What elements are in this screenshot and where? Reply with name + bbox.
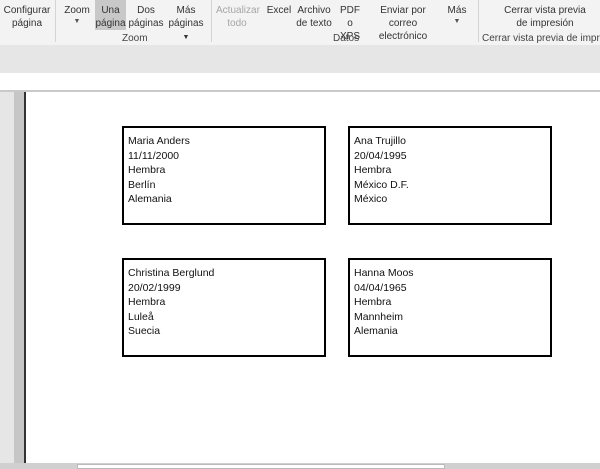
label-city: México D.F. [354,178,409,191]
mas-button[interactable]: Más ▼ [444,4,470,27]
dos-paginas-button[interactable]: Dos páginas [128,4,164,30]
label-gender: Hembra [128,296,166,309]
actualizar-label: Actualizar todo [216,5,260,29]
cerrar-vista-previa-button[interactable]: Cerrar vista previa de impresión [500,4,590,30]
label-date: 20/04/1995 [354,149,407,162]
divider [55,0,56,42]
divider [478,0,479,42]
configurar-label: Configurar página [3,5,51,29]
archivo-texto-label: Archivo de texto [296,5,332,29]
label-gender: Hembra [354,296,392,309]
label-city: Berlín [128,178,156,191]
label-name: Hanna Moos [354,267,414,279]
chevron-down-icon: ▼ [182,34,190,41]
label-country: México [354,193,388,206]
chevron-down-icon: ▼ [73,18,81,25]
label-country: Alemania [128,193,172,206]
actualizar-todo-button[interactable]: Actualizar todo [216,4,260,30]
chevron-down-icon: ▼ [453,18,461,25]
label-name: Ana Trujillo [354,135,406,147]
label-city: Mannheim [354,310,404,323]
divider [211,0,212,42]
una-pagina-button[interactable]: Una página [95,0,126,30]
label-gender: Hembra [128,164,166,177]
excel-label: Excel [266,5,292,16]
dos-paginas-label: Dos páginas [128,5,164,29]
label-date: 04/04/1965 [354,281,407,294]
toolbar-band [0,45,600,73]
enviar-correo-button[interactable]: Enviar por correo electrónico [365,4,441,43]
ruler-area [0,73,600,90]
ribbon: Configurar página Zoom ▼ Una página Dos p… [0,0,600,45]
cerrar-group-label: Cerrar vista previa de impresión [482,33,600,44]
label-card: Ana Trujillo 20/04/1995 Hembra México D.… [348,126,552,225]
label-country: Suecia [128,325,161,338]
configurar-pagina-button[interactable]: Configurar página [2,4,52,30]
label-card: Christina Berglund 20/02/1999 Hembra Lul… [122,258,326,357]
label-date: 11/11/2000 [128,149,179,162]
label-city: Luleå [128,310,154,323]
zoom-label: Zoom [64,5,90,16]
zoom-group-label: Zoom [122,33,148,44]
mas-paginas-label: Más páginas [168,5,204,29]
excel-button[interactable]: Excel [265,4,293,17]
zoom-button[interactable]: Zoom ▼ [62,4,92,27]
label-gender: Hembra [354,164,392,177]
scrollbar-thumb[interactable] [77,464,445,469]
una-pagina-label: Una página [95,5,126,29]
label-card: Hanna Moos 04/04/1965 Hembra Mannheim Al… [348,258,552,357]
label-name: Christina Berglund [128,267,215,279]
mas-label: Más [447,5,467,16]
correo-label: Enviar por correo electrónico [378,5,428,42]
left-margin [0,92,14,463]
label-country: Alemania [354,325,398,338]
label-name: Maria Anders [128,135,190,147]
label-date: 20/02/1999 [128,281,181,294]
archivo-texto-button[interactable]: Archivo de texto [294,4,334,30]
cerrar-label: Cerrar vista previa de impresión [504,5,586,29]
mas-paginas-button[interactable]: Más páginas ▼ [164,4,208,44]
datos-group-label: Datos [333,33,360,44]
label-card: Maria Anders 11/11/2000 Hembra Berlín Al… [122,126,326,225]
